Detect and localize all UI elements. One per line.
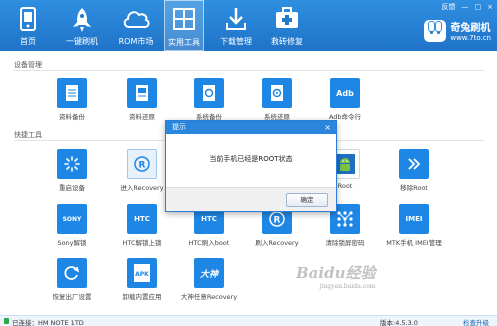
tool-system-backup[interactable]: 系统备份 — [177, 78, 241, 122]
tool-label: MTK手机 IMEI管理 — [386, 239, 442, 247]
nav-downloads-label: 下载管理 — [220, 37, 252, 46]
dialog-ok-button[interactable]: 确定 — [286, 193, 328, 207]
watermark-sub: jingyan.baidu.com — [319, 283, 376, 290]
dialog-footer: 确定 — [166, 187, 336, 211]
dialog-header: 提示 × — [166, 121, 336, 134]
apk-text: APK — [135, 271, 149, 278]
tool-label: 恢复出厂设置 — [52, 293, 92, 301]
close-window-button[interactable]: × — [487, 3, 493, 11]
section-device-management: 设备管理 — [14, 61, 42, 69]
nav-home-label: 首页 — [20, 37, 36, 46]
tool-reboot-device[interactable]: 重启设备 — [40, 149, 104, 193]
flash-recovery-letter: R — [274, 216, 281, 226]
phone-icon — [20, 7, 36, 33]
nav-home[interactable]: 首页 — [4, 0, 52, 51]
imei-icon: IMEI — [399, 204, 429, 234]
remove-root-icon — [399, 149, 429, 179]
rocket-icon — [71, 7, 93, 35]
system-backup-icon — [194, 78, 224, 108]
rabbit-logo-icon — [424, 19, 447, 42]
first-aid-icon — [275, 7, 299, 31]
root-status-dialog: 提示 × 当前手机已经是ROOT状态 确定 — [165, 120, 337, 212]
brand: 奇兔刷机 www.7to.cn — [424, 19, 491, 42]
tool-system-restore[interactable]: 系统还原 — [245, 78, 309, 122]
tool-mtk-imei[interactable]: IMEI MTK手机 IMEI管理 — [382, 204, 446, 248]
nav-brick-repair-label: 救砖修复 — [271, 37, 303, 46]
dialog-title: 提示 — [172, 123, 186, 131]
nav-rom-market[interactable]: ROM市场 — [112, 0, 160, 51]
dialog-close-icon[interactable]: × — [324, 121, 331, 134]
tool-label: 移除Root — [400, 184, 428, 192]
feedback-link[interactable]: 反馈 — [442, 2, 456, 12]
nav-one-click-flash[interactable]: 一键刷机 — [58, 0, 106, 51]
watermark-text: Baidu经验 — [296, 264, 376, 282]
section-quick-tools: 快捷工具 — [14, 131, 42, 139]
status-bar: 已连接：HM NOTE 1TD 版本:4.5.3.0 检查升级 — [0, 315, 497, 326]
window-controls: 反馈 — □ × — [442, 2, 494, 12]
tool-label: 重启设备 — [59, 184, 85, 192]
factory-reset-icon — [57, 258, 87, 288]
tool-label: 清除锁屏密码 — [325, 239, 365, 247]
doc-restore-icon — [127, 78, 157, 108]
tool-uninstall-builtin-apps[interactable]: APK 卸载内置应用 — [110, 258, 174, 302]
minimize-button[interactable]: — — [462, 3, 469, 11]
spinner-icon — [57, 149, 87, 179]
section-divider — [14, 70, 484, 71]
tool-remove-root[interactable]: 移除Root — [382, 149, 446, 193]
recovery-letter: R — [139, 161, 146, 171]
tool-sony-unlock[interactable]: SONY Sony解锁 — [40, 204, 104, 248]
doc-icon — [57, 78, 87, 108]
system-restore-icon — [262, 78, 292, 108]
nav-tools-label: 实用工具 — [168, 38, 200, 47]
check-update-link[interactable]: 检查升级 — [463, 317, 489, 326]
cloud-icon — [121, 7, 151, 31]
tool-factory-reset[interactable]: 恢复出厂设置 — [40, 258, 104, 302]
dashen-recovery-icon: 大神 — [194, 258, 224, 288]
connection-status: 已连接：HM NOTE 1TD — [12, 319, 84, 326]
nav-downloads[interactable]: 下载管理 — [212, 0, 260, 51]
nav-tools[interactable]: 实用工具 — [164, 0, 204, 51]
tool-data-restore[interactable]: 资料还原 — [110, 78, 174, 122]
grid-icon — [173, 8, 195, 32]
brand-url: www.7to.cn — [450, 34, 491, 42]
sony-icon: SONY — [57, 204, 87, 234]
tool-dashen-recovery[interactable]: 大神 大神任意Recovery — [177, 258, 241, 302]
brand-name: 奇兔刷机 — [450, 23, 491, 34]
version-label: 版本:4.5.3.0 — [380, 319, 418, 326]
tool-label: 大神任意Recovery — [180, 293, 238, 301]
tool-data-backup[interactable]: 资料备份 — [40, 78, 104, 122]
maximize-button[interactable]: □ — [475, 3, 482, 11]
top-toolbar: 首页 一键刷机 ROM市场 实用工具 下载管理 救砖修复 反馈 — □ × 奇兔… — [0, 0, 497, 51]
tool-label: Sony解锁 — [57, 239, 87, 247]
nav-one-click-flash-label: 一键刷机 — [66, 37, 98, 46]
baidu-watermark: Baidu经验 jingyan.baidu.com — [296, 262, 376, 290]
apk-icon: APK — [127, 258, 157, 288]
htc-lock-icon: HTC — [127, 204, 157, 234]
recovery-icon: R — [127, 149, 157, 179]
tool-adb-command[interactable]: Adb Adb命令行 — [313, 78, 377, 122]
dialog-message: 当前手机已经是ROOT状态 — [209, 155, 293, 163]
adb-icon: Adb — [330, 78, 360, 108]
download-icon — [225, 7, 247, 33]
nav-rom-market-label: ROM市场 — [118, 37, 154, 46]
connected-phone-icon — [4, 318, 9, 324]
nav-brick-repair[interactable]: 救砖修复 — [263, 0, 311, 51]
tool-label: 资料备份 — [59, 113, 85, 121]
